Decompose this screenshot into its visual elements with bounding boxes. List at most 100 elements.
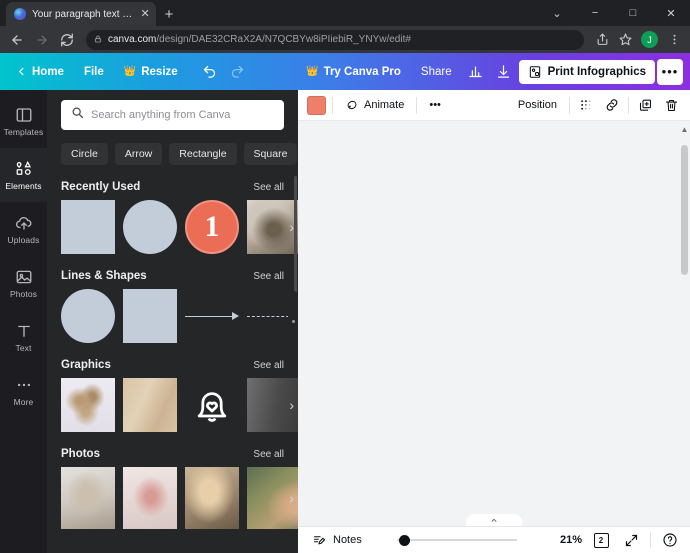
sidebar-item-templates[interactable]: Templates [0,94,47,148]
animate-button[interactable]: Animate [339,94,410,116]
trash-icon[interactable] [661,95,681,115]
chip-arrow[interactable]: Arrow [115,143,162,165]
topbar-more-button[interactable]: ••• [657,59,683,85]
element-thumb-number-badge[interactable]: 1 [185,200,239,254]
see-all-photos[interactable]: See all [253,449,284,460]
canva-favicon-icon [14,8,26,20]
fullscreen-button[interactable] [620,529,642,551]
photo-thumb-2[interactable] [123,467,177,529]
bookmark-star-icon[interactable] [615,30,635,50]
url-path: /design/DAE32CRaX2A/N7QCBYw8iPIiebiR_YNY… [156,34,411,45]
editor-body: Templates Elements Uploads Photos [0,90,690,553]
context-more-button[interactable]: ••• [423,95,447,115]
animate-icon [345,98,359,112]
notes-button[interactable]: Notes [307,530,367,551]
print-infographics-button[interactable]: Print Infographics [519,60,655,84]
back-icon[interactable] [6,29,28,51]
chip-square[interactable]: Square [244,143,298,165]
forward-icon[interactable] [31,29,53,51]
page-count-value: 2 [594,533,609,548]
sidebar-item-elements[interactable]: Elements [0,148,47,202]
tab-search-icon[interactable]: ⌄ [538,0,576,26]
shape-circle[interactable] [61,289,115,343]
chip-rectangle[interactable]: Rectangle [169,143,236,165]
divider-bottom [650,532,651,548]
page-count-button[interactable]: 2 [590,529,612,551]
canvas-vscroll-thumb[interactable] [681,145,688,275]
search-box[interactable] [61,100,284,130]
profile-avatar[interactable]: J [641,31,658,48]
undo-button[interactable] [197,59,223,85]
address-bar[interactable]: canva.com/design/DAE32CRaX2A/N7QCBYw8iPI… [86,30,584,50]
shape-square[interactable] [123,289,177,343]
zoom-slider-knob[interactable] [399,535,410,546]
share-button[interactable]: Share [412,61,461,83]
new-tab-button[interactable]: + [156,2,182,26]
sidebar-label-templates: Templates [4,127,44,137]
position-label: Position [518,99,557,111]
graphic-bell-heart[interactable] [185,378,239,432]
duplicate-icon[interactable] [635,95,655,115]
browser-menu-icon[interactable] [664,30,684,50]
file-menu-button[interactable]: File [75,61,113,83]
photo-thumb-3[interactable] [185,467,239,529]
transparency-icon[interactable] [576,95,596,115]
graphics-next-icon[interactable]: › [289,397,294,413]
try-canva-pro-button[interactable]: 👑 Try Canva Pro [297,61,410,83]
element-thumb-circle[interactable] [123,200,177,254]
download-icon[interactable] [491,59,517,85]
section-header-graphics: Graphics See all [61,359,284,371]
fill-color-swatch[interactable] [307,96,326,115]
notes-icon [312,533,327,548]
resize-button[interactable]: 👑 Resize [115,61,187,83]
zoom-slider[interactable] [397,534,517,547]
link-icon[interactable] [602,95,622,115]
section-title-photos: Photos [61,448,100,460]
expand-icon [624,533,639,548]
reload-icon[interactable] [56,29,78,51]
share-page-icon[interactable] [592,30,612,50]
search-icon [71,106,84,124]
sidebar-label-elements: Elements [5,181,41,191]
maximize-window-button[interactable]: □ [614,0,652,26]
sidebar-label-text: Text [16,343,32,353]
bottom-panel-collapse-tab[interactable] [466,514,522,526]
see-all-recently-used[interactable]: See all [253,182,284,193]
lines-shapes-row: › [61,289,284,343]
redo-button[interactable] [225,59,251,85]
sidebar-item-more[interactable]: More [0,364,47,418]
sidebar-item-text[interactable]: Text [0,310,47,364]
text-icon [15,322,33,340]
sidebar-item-uploads[interactable]: Uploads [0,202,47,256]
browser-tab[interactable]: Your paragraph text - Infographic ✕ [6,2,156,26]
close-window-button[interactable]: ✕ [652,0,690,26]
scroll-up-icon[interactable]: ▲ [680,124,689,134]
browser-tab-strip: Your paragraph text - Infographic ✕ + ⌄ … [0,0,690,26]
section-title-lines-shapes: Lines & Shapes [61,270,147,282]
shape-line-arrow[interactable] [185,289,239,343]
panel-collapse-handle[interactable] [288,290,298,354]
canvas-vertical-scrollbar[interactable]: ▲ ▼ [679,121,690,539]
search-input[interactable] [91,109,274,121]
lock-icon [94,31,102,49]
help-button[interactable] [659,529,681,551]
minimize-window-button[interactable]: − [576,0,614,26]
element-thumb-square[interactable] [61,200,115,254]
chip-circle[interactable]: Circle [61,143,108,165]
sidebar-label-uploads: Uploads [8,235,40,245]
photos-next-icon[interactable]: › [289,490,294,506]
see-all-lines-shapes[interactable]: See all [253,271,284,282]
see-all-graphics[interactable]: See all [253,360,284,371]
photo-thumb-1[interactable] [61,467,115,529]
url-domain: canva.com [108,34,156,45]
sidebar-item-photos[interactable]: Photos [0,256,47,310]
section-title-graphics: Graphics [61,359,111,371]
home-button[interactable]: Home [7,61,73,83]
insights-icon[interactable] [463,59,489,85]
graphics-row: › [61,378,284,432]
graphic-flowers[interactable] [61,378,115,432]
close-tab-icon[interactable]: ✕ [140,9,150,20]
position-button[interactable]: Position [512,95,563,115]
graphic-beige-abstract[interactable] [123,378,177,432]
section-header-lines-shapes: Lines & Shapes See all [61,270,284,282]
